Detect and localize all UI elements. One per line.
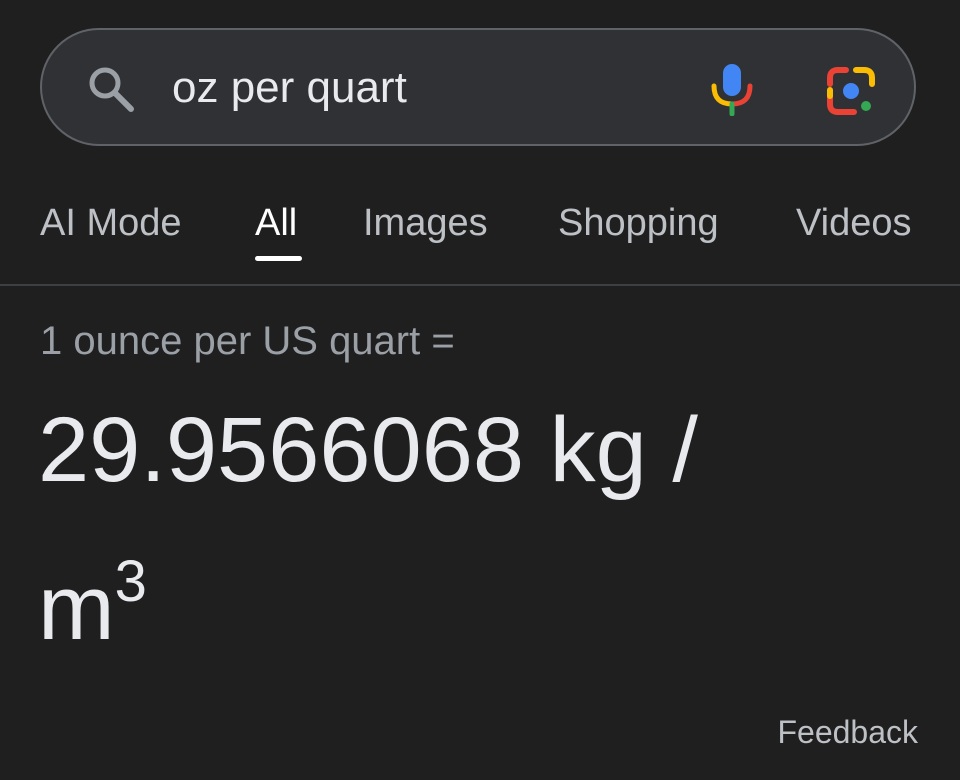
tab-shopping[interactable]: Shopping xyxy=(558,198,719,248)
feedback-link[interactable]: Feedback xyxy=(777,712,918,752)
microphone-icon[interactable] xyxy=(710,62,754,116)
unit-base: m xyxy=(38,557,115,659)
active-tab-indicator xyxy=(255,256,302,261)
unit-exponent: 3 xyxy=(114,549,147,615)
search-results-page: oz per quart AI Mode All Images Shopping… xyxy=(0,0,960,780)
tab-ai-mode[interactable]: AI Mode xyxy=(40,198,182,248)
search-bar[interactable]: oz per quart xyxy=(40,28,916,146)
search-input[interactable]: oz per quart xyxy=(172,60,407,116)
search-tabs: AI Mode All Images Shopping Videos xyxy=(0,190,960,286)
conversion-input-label: 1 ounce per US quart = xyxy=(40,319,455,363)
tab-all[interactable]: All xyxy=(255,198,297,248)
conversion-result-value: 29.9566068 kg / xyxy=(38,399,698,501)
google-lens-icon[interactable] xyxy=(826,66,876,116)
search-icon xyxy=(89,67,134,112)
tab-videos[interactable]: Videos xyxy=(796,198,912,248)
conversion-result-unit: m3 xyxy=(38,548,147,668)
tab-images[interactable]: Images xyxy=(363,198,488,248)
